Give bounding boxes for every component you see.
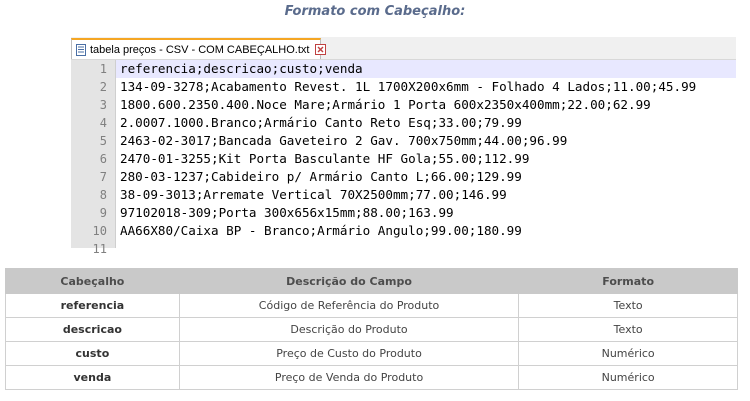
line-number: 11 — [92, 242, 107, 256]
code-line[interactable]: 2470-01-3255;Kit Porta Basculante HF Gol… — [116, 150, 736, 168]
fields-table: Cabeçalho Descrição do Campo Formato ref… — [5, 268, 738, 390]
field-name: descricao — [5, 317, 180, 342]
line-number: 9 — [99, 206, 107, 220]
table-header-row: Cabeçalho Descrição do Campo Formato — [5, 268, 738, 294]
field-name: custo — [5, 341, 180, 366]
table-row: venda Preço de Venda do Produto Numérico — [5, 365, 738, 390]
code-line-text: 1800.600.2350.400.Noce Mare;Armário 1 Po… — [120, 97, 651, 112]
code-line-text: 134-09-3278;Acabamento Revest. 1L 1700X2… — [120, 79, 697, 94]
code-line-text: 2470-01-3255;Kit Porta Basculante HF Gol… — [120, 151, 530, 166]
tab-bar: tabela preços - CSV - COM CABEÇALHO.txt — [71, 37, 736, 60]
column-header-formato: Formato — [518, 268, 738, 294]
code-line[interactable]: 2463-02-3017;Bancada Gaveteiro 2 Gav. 70… — [116, 132, 736, 150]
code-line-text: referencia;descricao;custo;venda — [120, 61, 363, 76]
table-row: descricao Descrição do Produto Texto — [5, 317, 738, 342]
line-number: 4 — [99, 116, 107, 130]
table-row: custo Preço de Custo do Produto Numérico — [5, 341, 738, 366]
line-number: 1 — [99, 62, 107, 76]
tab-csv-file[interactable]: tabela preços - CSV - COM CABEÇALHO.txt — [71, 38, 327, 59]
field-format: Numérico — [518, 365, 738, 390]
text-file-icon — [76, 43, 86, 56]
table-row: referencia Código de Referência do Produ… — [5, 293, 738, 318]
text-editor: tabela preços - CSV - COM CABEÇALHO.txt … — [71, 37, 736, 256]
field-description: Descrição do Produto — [178, 317, 520, 342]
column-header-cabecalho: Cabeçalho — [5, 268, 180, 294]
line-number: 2 — [99, 80, 107, 94]
code-area[interactable]: referencia;descricao;custo;venda 134-09-… — [116, 60, 736, 248]
field-format: Texto — [518, 317, 738, 342]
line-number: 8 — [99, 188, 107, 202]
column-header-descricao: Descrição do Campo — [178, 268, 520, 294]
close-icon[interactable] — [315, 44, 327, 55]
line-number: 3 — [99, 98, 107, 112]
code-line[interactable]: 1800.600.2350.400.Noce Mare;Armário 1 Po… — [116, 96, 736, 114]
code-line-text: 2463-02-3017;Bancada Gaveteiro 2 Gav. 70… — [120, 133, 568, 148]
tab-title: tabela preços - CSV - COM CABEÇALHO.txt — [90, 43, 310, 56]
field-name: venda — [5, 365, 180, 390]
code-line[interactable]: 2.0007.1000.Branco;Armário Canto Reto Es… — [116, 114, 736, 132]
code-line[interactable]: 134-09-3278;Acabamento Revest. 1L 1700X2… — [116, 78, 736, 96]
section-heading: Formato com Cabeçalho: — [284, 4, 466, 19]
code-line[interactable]: 280-03-1237;Cabideiro p/ Armário Canto L… — [116, 168, 736, 186]
code-line[interactable]: 97102018-309;Porta 300x656x15mm;88.00;16… — [116, 204, 736, 222]
field-format: Numérico — [518, 341, 738, 366]
code-line[interactable] — [116, 240, 736, 248]
field-description: Código de Referência do Produto — [178, 293, 520, 318]
line-number: 10 — [92, 224, 107, 238]
code-line-text: 38-09-3013;Arremate Vertical 70X2500mm;7… — [120, 187, 507, 202]
code-line-text: 2.0007.1000.Branco;Armário Canto Reto Es… — [120, 115, 522, 130]
field-description: Preço de Venda do Produto — [178, 365, 520, 390]
code-line[interactable]: referencia;descricao;custo;venda — [116, 60, 736, 78]
line-number: 6 — [99, 152, 107, 166]
code-line-text: AA66X80/Caixa BP - Branco;Armário Angulo… — [120, 223, 522, 238]
field-description: Preço de Custo do Produto — [178, 341, 520, 366]
field-name: referencia — [5, 293, 180, 318]
line-number-gutter: 1 2 3 4 5 6 7 8 9 10 11 — [71, 60, 116, 256]
line-number: 7 — [99, 170, 107, 184]
code-line[interactable]: 38-09-3013;Arremate Vertical 70X2500mm;7… — [116, 186, 736, 204]
code-line[interactable]: AA66X80/Caixa BP - Branco;Armário Angulo… — [116, 222, 736, 240]
line-number: 5 — [99, 134, 107, 148]
field-format: Texto — [518, 293, 738, 318]
code-line-text: 97102018-309;Porta 300x656x15mm;88.00;16… — [120, 205, 454, 220]
code-line-text: 280-03-1237;Cabideiro p/ Armário Canto L… — [120, 169, 522, 184]
